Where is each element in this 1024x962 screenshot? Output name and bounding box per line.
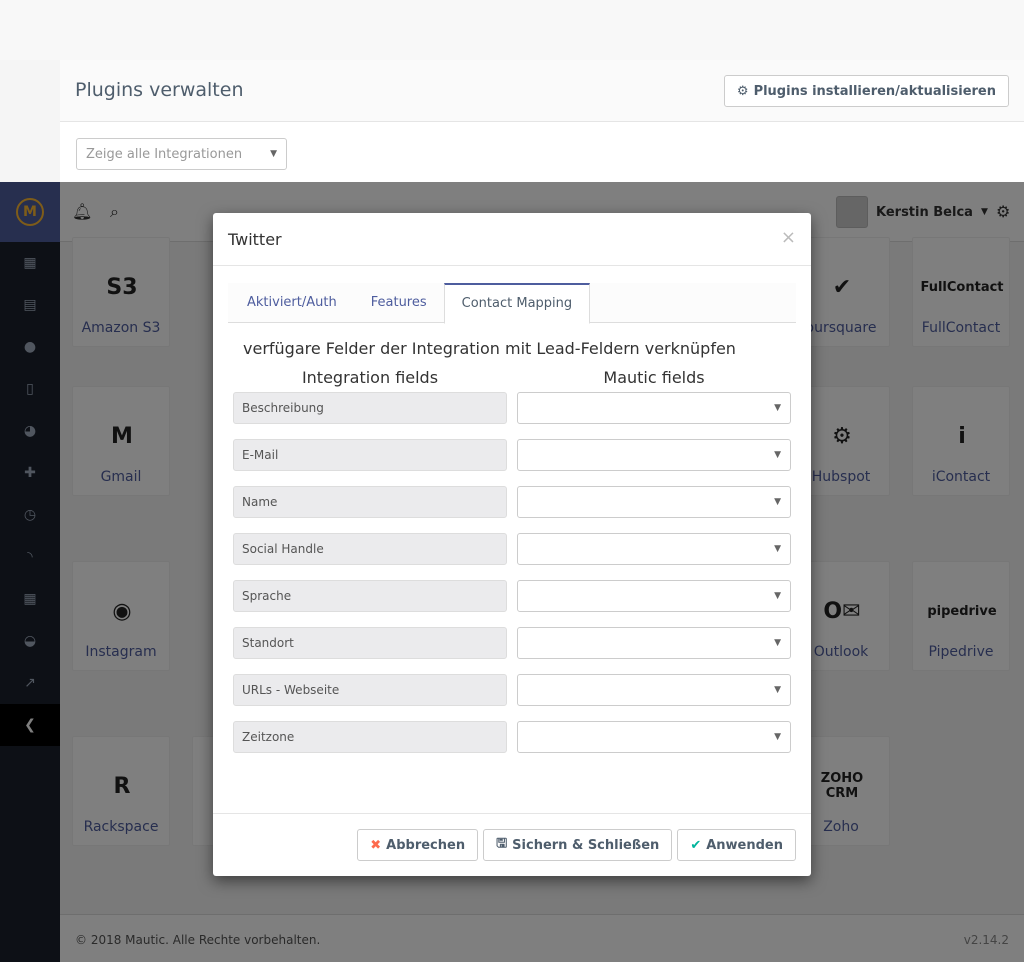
cubes-icon: ⚙ [736, 83, 749, 99]
integration-field: Beschreibung [233, 392, 507, 424]
mautic-field-select[interactable]: ▼ [517, 392, 791, 424]
install-plugins-button[interactable]: ⚙ Plugins installieren/aktualisieren [723, 75, 1009, 107]
cancel-label: Abbrechen [386, 837, 466, 853]
modal-header: Twitter × [213, 213, 811, 266]
integration-field: URLs - Webseite [233, 674, 507, 706]
integration-fields-heading: Integration fields [301, 368, 439, 387]
integration-field: Standort [233, 627, 507, 659]
filter-bar: Zeige alle Integrationen ▼ [60, 122, 1024, 182]
tab-aktiviert-auth[interactable]: Aktiviert/Auth [230, 283, 354, 322]
chevron-down-icon: ▼ [774, 685, 781, 695]
mautic-field-select[interactable]: ▼ [517, 533, 791, 565]
chevron-down-icon: ▼ [774, 732, 781, 742]
mapping-row: E-Mail ▼ [233, 439, 791, 486]
mautic-field-select[interactable]: ▼ [517, 439, 791, 471]
page-title: Plugins verwalten [75, 79, 244, 101]
integration-filter-select[interactable]: Zeige alle Integrationen ▼ [76, 138, 287, 170]
save-close-button[interactable]: 🖫 Sichern & Schließen [483, 829, 673, 861]
integration-field: Sprache [233, 580, 507, 612]
mautic-field-select[interactable]: ▼ [517, 580, 791, 612]
chevron-down-icon: ▼ [774, 497, 781, 507]
mapping-row: URLs - Webseite ▼ [233, 674, 791, 721]
tab-features[interactable]: Features [354, 283, 444, 322]
modal-title: Twitter [228, 230, 282, 249]
install-label: Plugins installieren/aktualisieren [753, 83, 996, 99]
mautic-field-select[interactable]: ▼ [517, 721, 791, 753]
filter-placeholder: Zeige alle Integrationen [86, 147, 243, 162]
mapping-row: Zeitzone ▼ [233, 721, 791, 768]
integration-field: Name [233, 486, 507, 518]
close-icon[interactable]: × [781, 227, 796, 248]
mapping-row: Standort ▼ [233, 627, 791, 674]
integration-field: E-Mail [233, 439, 507, 471]
modal-footer: ✖ Abbrechen 🖫 Sichern & Schließen ✔ Anwende… [213, 813, 811, 876]
times-icon: ✖ [370, 837, 382, 853]
apply-button[interactable]: ✔ Anwenden [677, 829, 796, 861]
chevron-down-icon: ▼ [774, 403, 781, 413]
save-close-label: Sichern & Schließen [512, 837, 660, 853]
integration-field: Zeitzone [233, 721, 507, 753]
mautic-field-select[interactable]: ▼ [517, 486, 791, 518]
mautic-field-select[interactable]: ▼ [517, 627, 791, 659]
save-icon: 🖫 [496, 836, 508, 851]
check-icon: ✔ [690, 837, 702, 853]
mapping-row: Beschreibung ▼ [233, 392, 791, 439]
top-blank [0, 0, 1024, 60]
integration-field: Social Handle [233, 533, 507, 565]
chevron-down-icon: ▼ [270, 149, 277, 159]
twitter-modal: Twitter × Aktiviert/Auth Features Contac… [213, 213, 811, 876]
cancel-button[interactable]: ✖ Abbrechen [357, 829, 479, 861]
mapping-row: Social Handle ▼ [233, 533, 791, 580]
mapping-description: verfügare Felder der Integration mit Lea… [243, 339, 736, 358]
chevron-down-icon: ▼ [774, 591, 781, 601]
mapping-row: Sprache ▼ [233, 580, 791, 627]
page-header: Plugins verwalten ⚙ Plugins installieren/… [60, 60, 1024, 122]
chevron-down-icon: ▼ [774, 638, 781, 648]
modal-tabs: Aktiviert/Auth Features Contact Mapping [228, 283, 796, 324]
chevron-down-icon: ▼ [774, 450, 781, 460]
apply-label: Anwenden [706, 837, 783, 853]
field-mapping-rows: Beschreibung ▼ E-Mail ▼ Name ▼ Social Handle ▼ S… [233, 392, 791, 768]
mautic-fields-heading: Mautic fields [603, 368, 705, 387]
mapping-row: Name ▼ [233, 486, 791, 533]
mautic-field-select[interactable]: ▼ [517, 674, 791, 706]
tab-contact-mapping[interactable]: Contact Mapping [443, 283, 591, 324]
chevron-down-icon: ▼ [774, 544, 781, 554]
